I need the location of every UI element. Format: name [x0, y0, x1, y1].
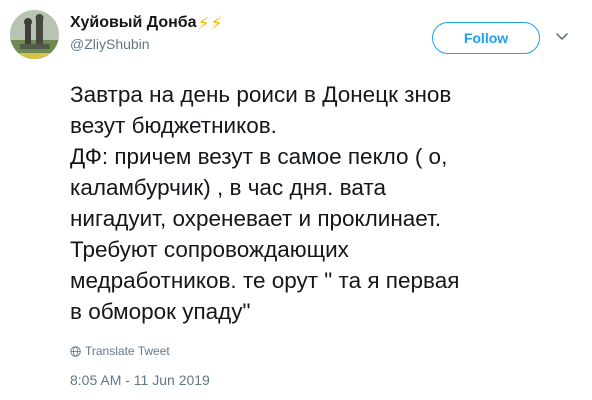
- tweet-timestamp[interactable]: 8:05 AM - 11 Jun 2019: [70, 372, 210, 388]
- follow-button[interactable]: Follow: [432, 22, 540, 54]
- tweet-text-line: везут бюджетников.: [70, 113, 277, 138]
- tweet-text-line: в обморок упаду": [70, 299, 251, 324]
- tweet-text-line: Завтра на день роиси в Донецк знов: [70, 82, 452, 107]
- display-name[interactable]: Хуйовый Донба: [70, 14, 197, 32]
- globe-icon: [70, 345, 81, 357]
- tweet-text-line: каламбурчик) , в час дня. вата: [70, 175, 386, 200]
- translate-tweet-label[interactable]: Translate Tweet: [85, 344, 170, 358]
- chevron-down-icon[interactable]: [554, 28, 570, 44]
- tweet-text-line: медработников. те орут " та я первая: [70, 268, 460, 293]
- translate-tweet-link[interactable]: Translate Tweet: [70, 344, 170, 358]
- avatar-image: [10, 10, 59, 59]
- lightning-icon: ⚡: [210, 13, 223, 33]
- tweet-text: Завтра на день роиси в Донецк знов везут…: [70, 79, 582, 327]
- author-name-row[interactable]: Хуйовый Донба ⚡ ⚡: [70, 12, 222, 34]
- tweet-text-line: Требуют сопровождающих: [70, 237, 349, 262]
- tweet-text-line: нигадуит, охреневает и проклинает.: [70, 206, 442, 231]
- lightning-icon: ⚡: [197, 13, 210, 33]
- tweet-card: Хуйовый Донба ⚡ ⚡ @ZliyShubin Follow Зав…: [0, 0, 592, 400]
- tweet-text-line: ДФ: причем везут в самое пекло ( о,: [70, 144, 448, 169]
- user-handle[interactable]: @ZliyShubin: [70, 36, 150, 52]
- avatar[interactable]: [10, 10, 59, 59]
